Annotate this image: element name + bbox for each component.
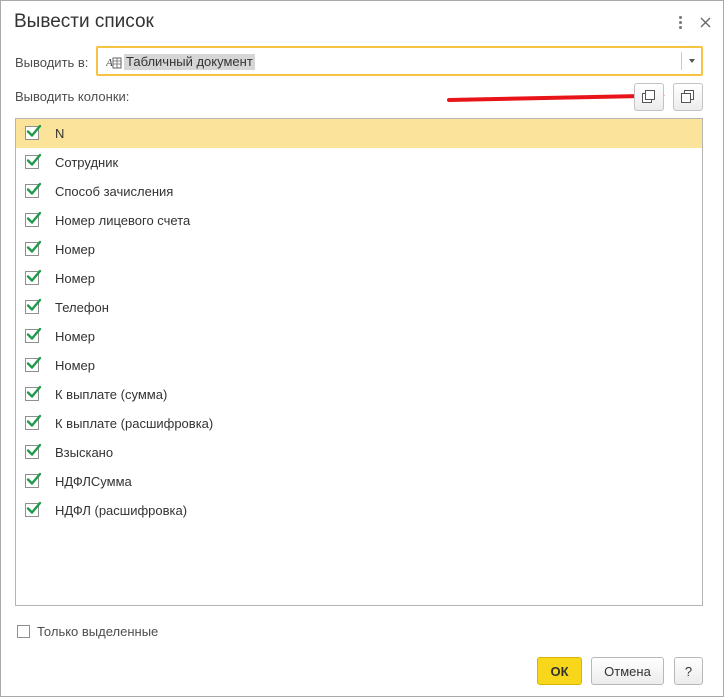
column-label: Номер	[55, 329, 96, 344]
checkmark-icon	[26, 182, 42, 195]
column-label: Сотрудник	[55, 155, 119, 170]
checkmark-icon	[26, 385, 42, 398]
checkmark-icon	[26, 211, 42, 224]
svg-text:A: A	[106, 57, 113, 69]
column-checkbox[interactable]	[25, 443, 42, 459]
column-label: N	[55, 126, 65, 141]
column-row[interactable]: Телефон	[16, 293, 702, 322]
cancel-button[interactable]: Отмена	[591, 657, 664, 685]
checkmark-icon	[26, 414, 42, 427]
column-checkbox[interactable]	[25, 356, 42, 372]
dialog-title: Вывести список	[14, 11, 154, 32]
column-label: К выплате (сумма)	[55, 387, 168, 402]
checkmark-icon	[26, 298, 42, 311]
only-selected-box[interactable]	[17, 625, 30, 638]
checkmark-icon	[26, 356, 42, 369]
help-button[interactable]: ?	[674, 657, 703, 685]
column-label: Взыскано	[55, 445, 114, 460]
output-to-select[interactable]: A Табличный документ	[96, 46, 703, 76]
column-row[interactable]: Взыскано	[16, 438, 702, 467]
columns-list[interactable]: N Сотрудник Способ зачисления Номер лицевог…	[15, 118, 703, 606]
checkmark-icon	[26, 443, 42, 456]
column-row[interactable]: Номер	[16, 264, 702, 293]
column-checkbox[interactable]	[25, 240, 42, 256]
close-button[interactable]	[694, 11, 716, 33]
checkmark-icon	[26, 269, 42, 282]
column-label: Номер	[55, 271, 96, 286]
column-label: Номер	[55, 358, 96, 373]
more-options-button[interactable]	[669, 11, 691, 33]
column-row[interactable]: К выплате (расшифровка)	[16, 409, 702, 438]
column-row[interactable]: Номер	[16, 322, 702, 351]
output-to-value: Табличный документ	[124, 54, 255, 70]
column-row[interactable]: Способ зачисления	[16, 177, 702, 206]
uncheck-all-icon	[642, 90, 655, 103]
close-icon	[700, 17, 710, 27]
column-row[interactable]: Номер лицевого счета	[16, 206, 702, 235]
column-row[interactable]: Номер	[16, 351, 702, 380]
column-checkbox[interactable]	[25, 501, 42, 517]
checkmark-icon	[26, 124, 42, 137]
output-to-label: Выводить в:	[15, 55, 89, 70]
column-checkbox[interactable]	[25, 472, 42, 488]
column-label: К выплате (расшифровка)	[55, 416, 214, 431]
checkmark-icon	[26, 153, 42, 166]
column-checkbox[interactable]	[25, 124, 42, 140]
column-row[interactable]: НДФЛ (расшифровка)	[16, 496, 702, 525]
column-checkbox[interactable]	[25, 153, 42, 169]
column-label: Номер	[55, 242, 96, 257]
column-label: Телефон	[55, 300, 109, 315]
column-row[interactable]: Номер	[16, 235, 702, 264]
checkmark-icon	[26, 472, 42, 485]
column-row[interactable]: К выплате (сумма)	[16, 380, 702, 409]
column-label: НДФЛСумма	[55, 474, 132, 489]
copy-icon	[681, 90, 694, 103]
column-checkbox[interactable]	[25, 385, 42, 401]
spreadsheet-document-icon: A	[106, 57, 122, 69]
column-row[interactable]: N	[16, 119, 702, 148]
only-selected-label: Только выделенные	[37, 624, 159, 639]
column-checkbox[interactable]	[25, 182, 42, 198]
column-checkbox[interactable]	[25, 298, 42, 314]
column-label: Способ зачисления	[55, 184, 174, 199]
checkmark-icon	[26, 501, 42, 514]
ok-button[interactable]: ОК	[537, 657, 582, 685]
output-columns-label: Выводить колонки:	[15, 89, 130, 104]
uncheck-all-button[interactable]	[634, 83, 664, 111]
column-checkbox[interactable]	[25, 327, 42, 343]
chevron-down-icon	[688, 59, 695, 63]
column-checkbox[interactable]	[25, 211, 42, 227]
checkmark-icon	[26, 240, 42, 253]
column-label: НДФЛ (расшифровка)	[55, 503, 188, 518]
vertical-dots-icon	[678, 15, 682, 29]
column-row[interactable]: Сотрудник	[16, 148, 702, 177]
output-list-dialog: Вывести список Выводить в: A Табличный д…	[0, 0, 724, 697]
column-row[interactable]: НДФЛСумма	[16, 467, 702, 496]
column-label: Номер лицевого счета	[55, 213, 191, 228]
column-checkbox[interactable]	[25, 414, 42, 430]
check-all-button[interactable]	[673, 83, 703, 111]
column-checkbox[interactable]	[25, 269, 42, 285]
dropdown-button[interactable]	[682, 48, 701, 74]
checkmark-icon	[26, 327, 42, 340]
title-bar: Вывести список	[1, 1, 723, 43]
